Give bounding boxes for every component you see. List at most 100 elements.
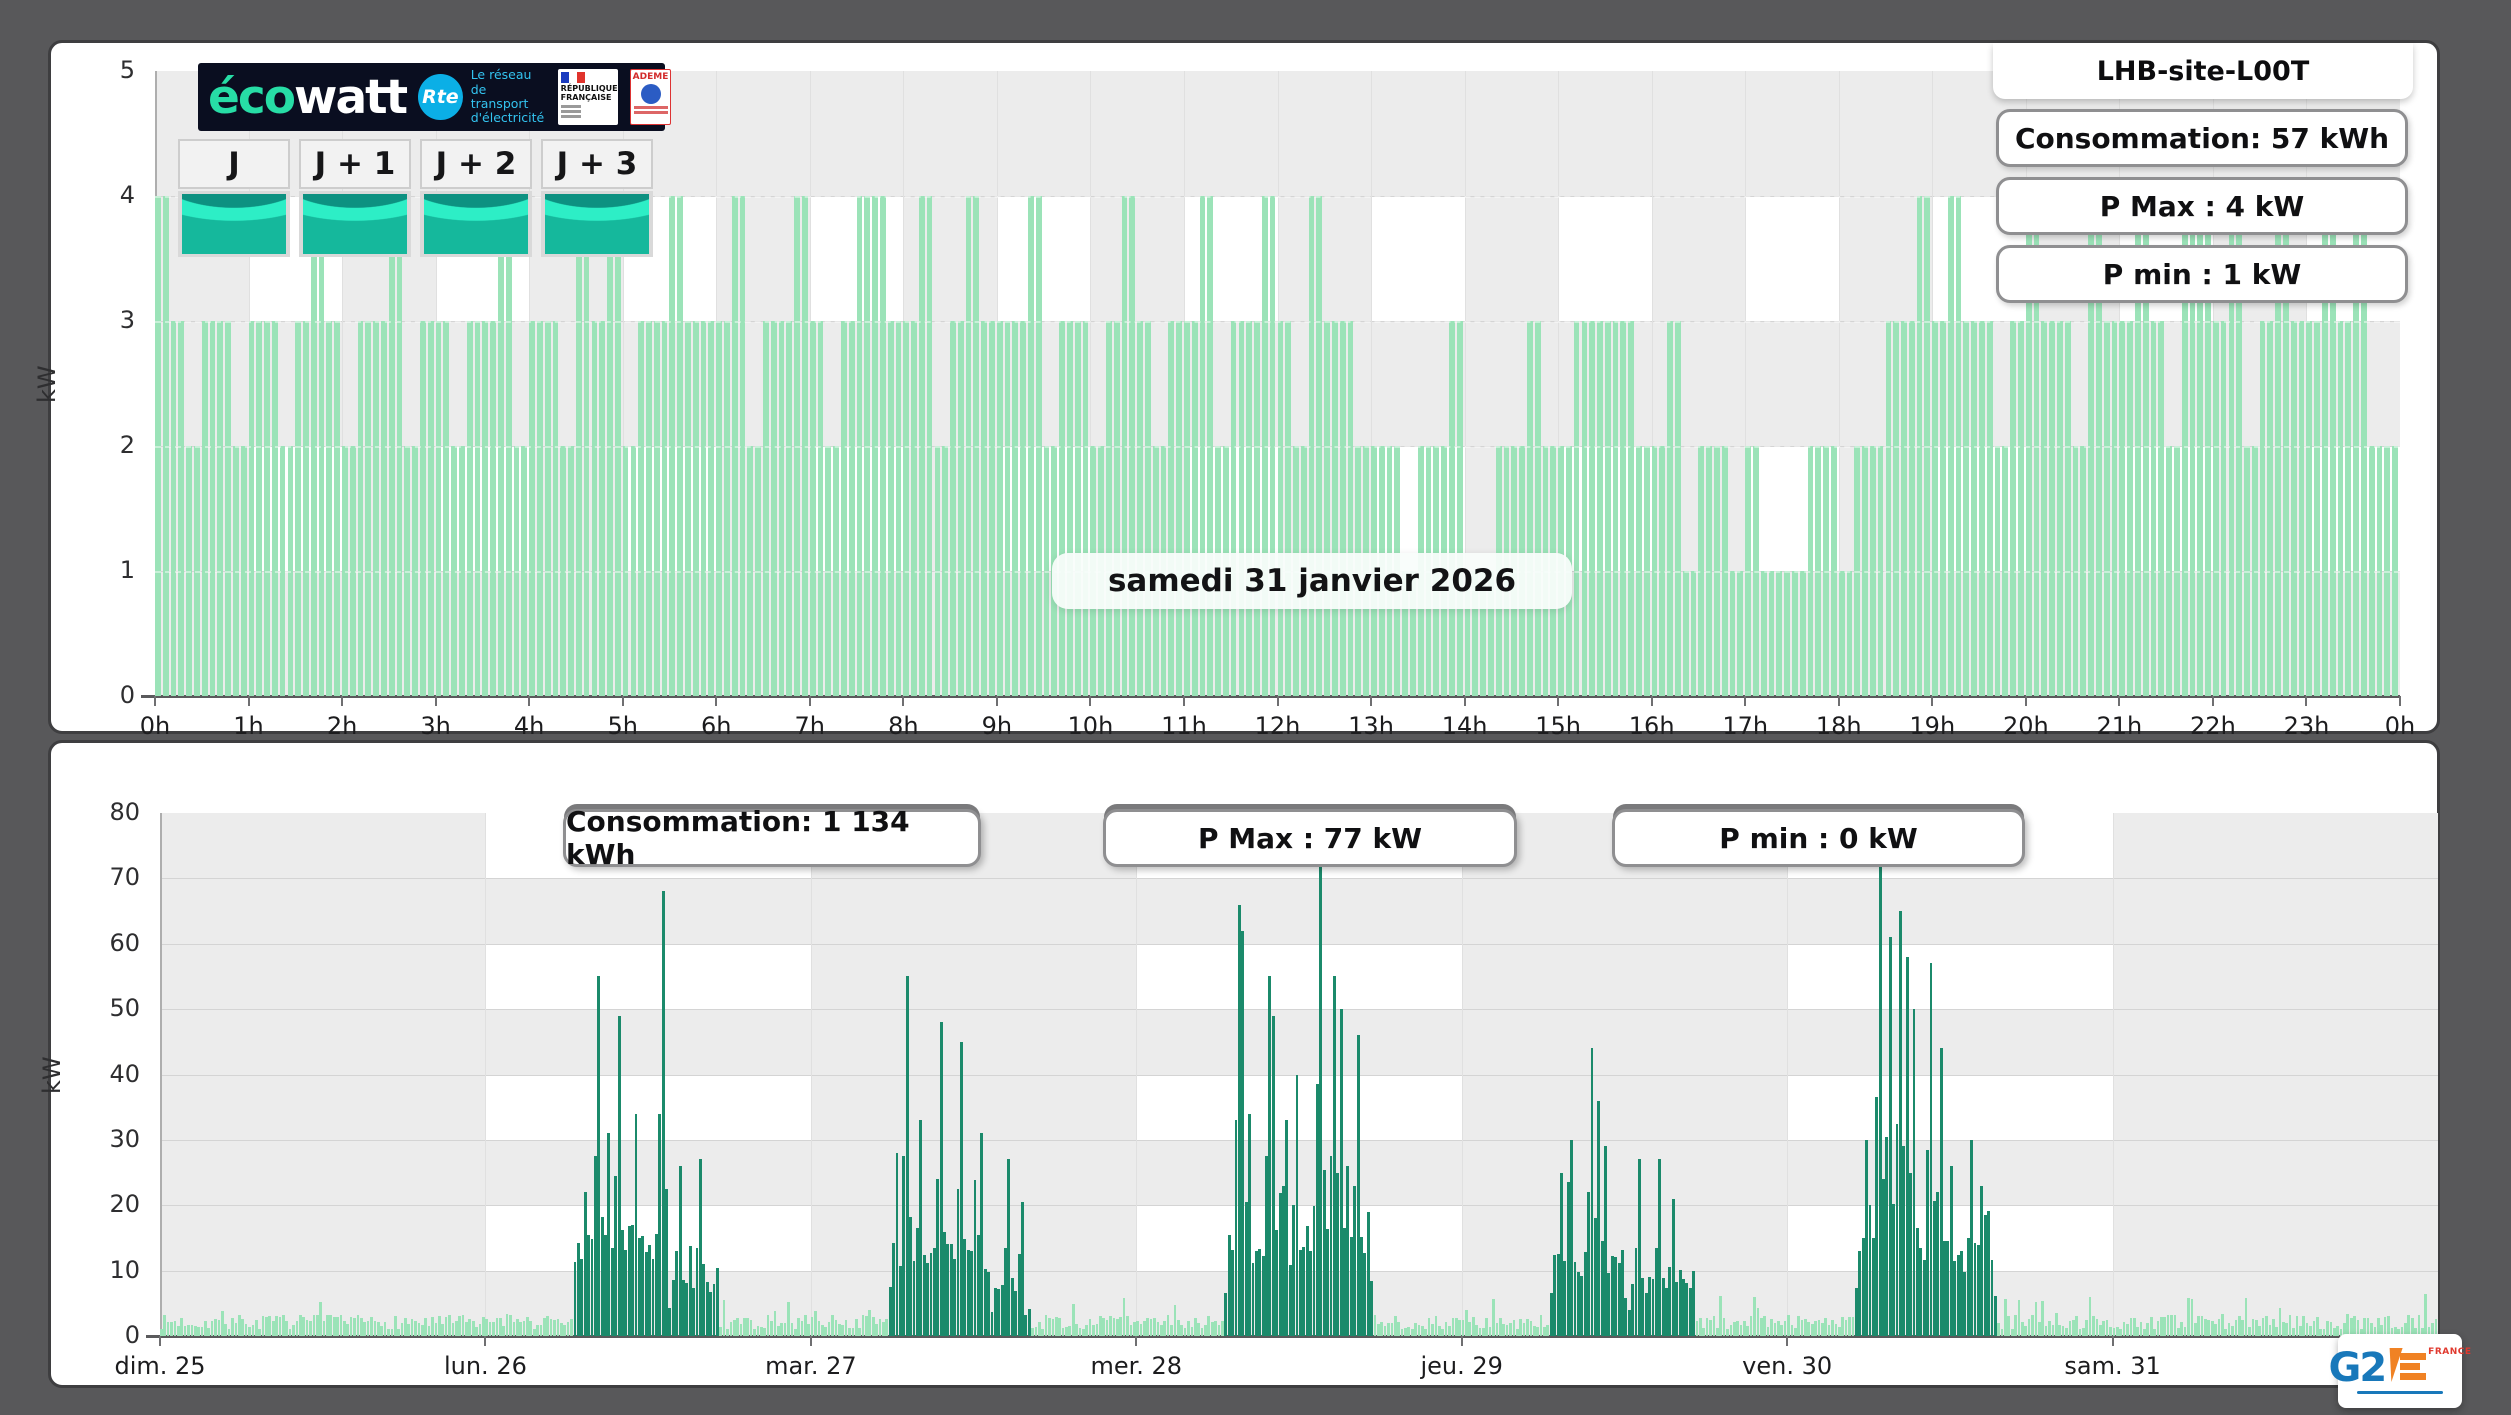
y-tick-label: 1 [119, 556, 135, 584]
x-axis-tick [247, 696, 250, 706]
ademe-logo: ADEME [629, 69, 672, 125]
x-axis-tick [1650, 696, 1653, 706]
rte-caption: Le réseau de transport d'électricité [470, 67, 545, 126]
x-axis-tick [1460, 1336, 1463, 1346]
x-axis-tick [1089, 696, 1092, 706]
g2-logo-text: G2 [2328, 1345, 2388, 1391]
site-name-badge: LHB-site-L00T [1993, 43, 2413, 99]
g2e-france-logo: G2 FRANCE [2329, 1334, 2471, 1408]
y-tick-label: 80 [109, 798, 140, 826]
weekly-chart-plot-area: 0 10 20 30 40 50 60 70 80 kW dim. 25 lun. 26 mar. 27… [38, 798, 2438, 1380]
forecast-tab-j3[interactable]: J + 3 [541, 139, 653, 189]
ecowatt-gauge-dial-icon [545, 194, 649, 254]
x-axis-tick [159, 1336, 161, 1346]
x-axis-tick [1744, 696, 1747, 706]
x-tick-label: jeu. 29 [1420, 1352, 1503, 1380]
daily-pmin-box: P min : 1 kW [1996, 245, 2408, 303]
x-tick-label: lun. 26 [443, 1352, 527, 1380]
x-axis-tick [1370, 696, 1373, 706]
ecowatt-gauge-j[interactable] [178, 191, 290, 257]
ecowatt-gauge-dial-icon [182, 194, 286, 254]
rte-badge-icon: Rte [418, 74, 463, 120]
x-axis-tick [1931, 696, 1934, 706]
x-tick-label: mer. 28 [1090, 1352, 1183, 1380]
x-axis-tick [154, 696, 156, 706]
weekly-pmax-box: P Max : 77 kW [1103, 809, 1517, 867]
y-tick-label: 60 [109, 928, 140, 957]
x-tick-label: 0h [2384, 712, 2416, 740]
x-axis-tick [1463, 696, 1466, 706]
rte-logo: Rte Le réseau de transport d'électricité [418, 68, 546, 126]
x-axis-tick [2305, 696, 2308, 706]
x-axis-tick [1786, 1336, 1789, 1346]
x-axis-tick [341, 696, 344, 706]
y-tick-label: 0 [124, 1321, 140, 1349]
x-axis-tick [621, 696, 624, 706]
x-axis-tick [902, 696, 905, 706]
ademe-caption-lines [633, 106, 668, 116]
ecowatt-gauge-j1[interactable] [299, 191, 411, 257]
ecowatt-gauge-dial-icon [303, 194, 407, 254]
x-axis-tick [995, 696, 998, 706]
ecowatt-eco-text: éco [208, 69, 296, 125]
ecowatt-logo-bar: écowatt Rte Le réseau de transport d'éle… [198, 63, 672, 131]
x-axis-tick [2211, 696, 2214, 706]
ecowatt-wordmark: écowatt [208, 74, 408, 121]
y-axis-unit-label: kW [33, 364, 61, 403]
ademe-label: ADEME [632, 72, 669, 82]
republique-francaise-label: RÉPUBLIQUE FRANÇAISE [560, 84, 618, 102]
ademe-globe-icon [640, 84, 661, 104]
overlay-dashed-gridline [155, 446, 2400, 448]
y-tick-label: 40 [109, 1059, 140, 1088]
x-axis-tick [1276, 696, 1279, 706]
weekly-pmin-box: P min : 0 kW [1612, 809, 2025, 867]
current-date-label: samedi 31 janvier 2026 [1052, 553, 1572, 609]
y-tick-label: 0 [119, 681, 135, 709]
x-tick-label: mar. 27 [765, 1352, 857, 1380]
forecast-tab-j1[interactable]: J + 1 [299, 139, 411, 189]
x-tick-label: sam. 31 [2064, 1352, 2161, 1380]
y-tick-label: 3 [119, 306, 135, 334]
x-axis-tick [1182, 696, 1185, 706]
y-tick-label: 10 [109, 1255, 140, 1284]
g2-tagline-line [2357, 1391, 2443, 1394]
x-axis-tick [1135, 1336, 1138, 1346]
daily-pmax-box: P Max : 4 kW [1996, 177, 2408, 235]
rf-motto-lines [560, 104, 615, 118]
x-axis-tick [1557, 696, 1560, 706]
x-axis-tick [2024, 696, 2027, 706]
ecowatt-watt-text: watt [294, 69, 408, 125]
x-tick-label: dim. 25 [114, 1352, 206, 1380]
ecowatt-gauge-j3[interactable] [541, 191, 653, 257]
ecowatt-gauge-dial-icon [424, 194, 528, 254]
weekly-chart-panel: 0 10 20 30 40 50 60 70 80 kW dim. 25 lun. 26 mar. 27… [38, 740, 2440, 1388]
x-axis-tick [2111, 1336, 2114, 1346]
x-axis-tick [808, 696, 811, 706]
y-tick-label: 5 [119, 56, 135, 84]
weekly-consumption-box: Consommation: 1 134 kWh [563, 805, 981, 871]
g2-e-stripes-icon [2400, 1353, 2427, 1380]
x-axis-tick [809, 1336, 812, 1346]
y-tick-label: 50 [109, 994, 140, 1023]
y-tick-label: 4 [119, 181, 135, 209]
x-tick-label: ven. 30 [1742, 1352, 1833, 1380]
forecast-tab-j[interactable]: J [178, 139, 290, 189]
x-axis-tick [2399, 696, 2401, 706]
daily-chart-panel: 0 1 2 3 4 5 kW 0h 1h 2h 3h 4h 5h 6h 7h 8h 9h 10h 11h 12h 13h… [33, 40, 2440, 740]
republique-francaise-logo: RÉPUBLIQUE FRANÇAISE [557, 69, 618, 125]
x-axis-tick [2118, 696, 2121, 706]
x-axis-tick [528, 696, 531, 706]
french-flag-icon [560, 72, 585, 83]
y-tick-label: 20 [109, 1190, 140, 1219]
y-tick-label: 70 [109, 863, 140, 892]
daily-consumption-box: Consommation: 57 kWh [1996, 109, 2408, 167]
x-axis-tick [484, 1336, 487, 1346]
x-axis-tick [715, 696, 718, 706]
x-axis-tick [1837, 696, 1840, 706]
weekly-bars-layer [160, 813, 2438, 1336]
forecast-tab-j2[interactable]: J + 2 [420, 139, 532, 189]
ecowatt-gauge-j2[interactable] [420, 191, 532, 257]
x-axis-tick [434, 696, 437, 706]
y-axis-unit-label: kW [38, 1055, 66, 1094]
y-tick-label: 30 [109, 1124, 140, 1153]
